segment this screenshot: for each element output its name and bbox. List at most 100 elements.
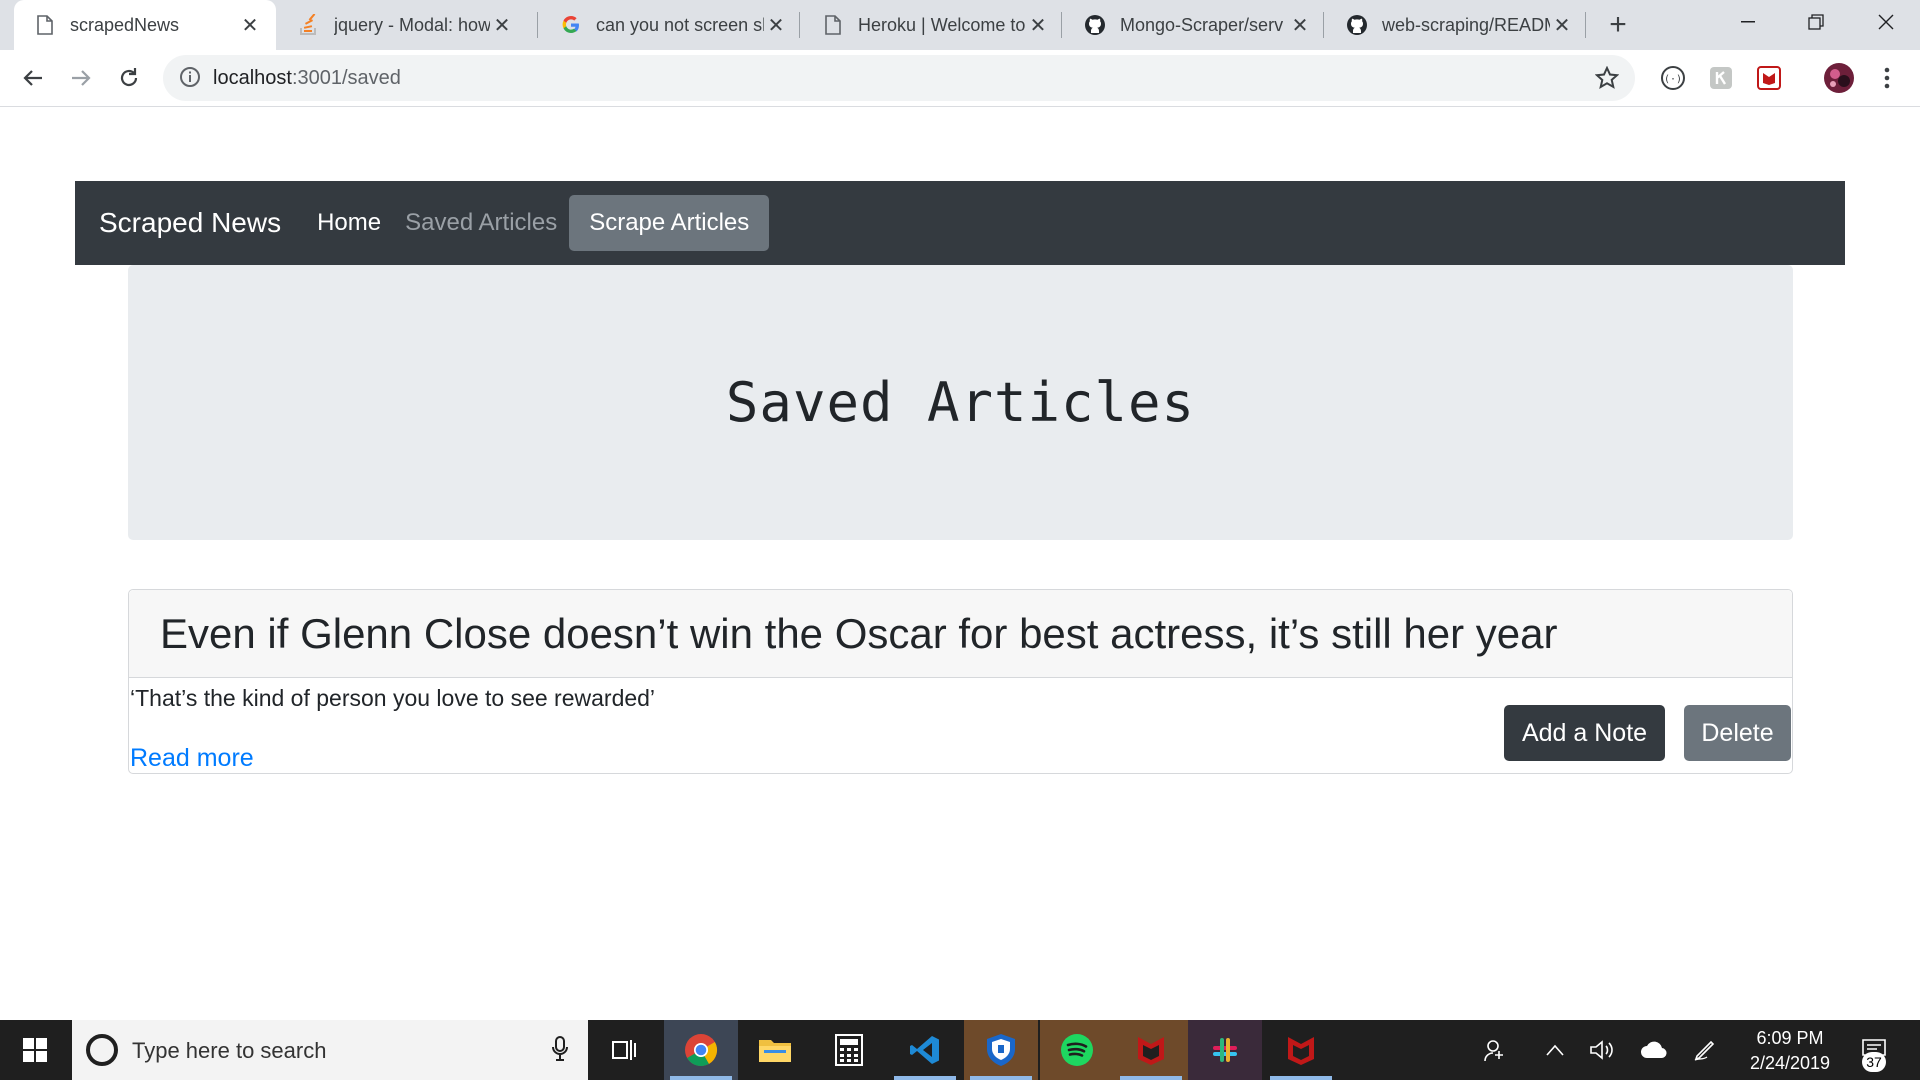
close-icon[interactable]: ✕ bbox=[764, 13, 788, 37]
github-icon bbox=[1346, 14, 1368, 36]
close-icon[interactable]: ✕ bbox=[1026, 13, 1050, 37]
arrow-right-icon bbox=[72, 70, 91, 86]
add-note-button[interactable]: Add a Note bbox=[1504, 705, 1665, 761]
avatar[interactable] bbox=[1823, 62, 1855, 94]
cortana-icon bbox=[86, 1034, 118, 1066]
clock-time: 6:09 PM bbox=[1756, 1028, 1824, 1048]
close-icon[interactable]: ✕ bbox=[1550, 13, 1574, 37]
tab-divider bbox=[1061, 12, 1062, 38]
taskbar: Type here to search 6:09 PM 2/24/2019 37 bbox=[0, 1020, 1920, 1080]
taskbar-mcafee[interactable] bbox=[1114, 1020, 1188, 1080]
jumbotron: Saved Articles bbox=[128, 265, 1793, 540]
site-navbar: Scraped News Home Saved Articles Scrape … bbox=[75, 181, 1845, 265]
taskbar-vscode[interactable] bbox=[888, 1020, 962, 1080]
scrape-articles-button[interactable]: Scrape Articles bbox=[569, 195, 770, 251]
github-icon bbox=[1084, 14, 1106, 36]
pen-icon[interactable] bbox=[1688, 1020, 1722, 1080]
url-path: :3001/saved bbox=[291, 67, 401, 89]
taskbar-spotify[interactable] bbox=[1040, 1020, 1114, 1080]
minimize-button[interactable] bbox=[1717, 0, 1779, 44]
address-bar[interactable]: localhost:3001/saved bbox=[163, 55, 1635, 101]
search-placeholder: Type here to search bbox=[132, 1038, 327, 1063]
tab-scrapednews[interactable]: scrapedNews ✕ bbox=[14, 0, 276, 50]
taskbar-slack[interactable] bbox=[1188, 1020, 1262, 1080]
page-icon bbox=[822, 14, 844, 36]
taskbar-file-explorer[interactable] bbox=[738, 1020, 812, 1080]
mcafee-icon bbox=[1288, 1037, 1314, 1065]
people-icon[interactable] bbox=[1478, 1020, 1512, 1080]
tab-divider bbox=[1585, 12, 1586, 38]
tab-heroku[interactable]: Heroku | Welcome to ✕ bbox=[802, 0, 1064, 50]
mcafee-extension-icon[interactable] bbox=[1755, 64, 1783, 92]
notification-count-badge: 37 bbox=[1862, 1052, 1886, 1072]
tab-title: Mongo-Scraper/serv bbox=[1120, 14, 1284, 35]
calculator-icon bbox=[835, 1034, 863, 1066]
page-icon bbox=[34, 14, 56, 36]
reload-button[interactable] bbox=[114, 63, 144, 93]
slack-icon bbox=[1213, 1038, 1237, 1062]
tab-google-search[interactable]: can you not screen sh ✕ bbox=[540, 0, 802, 50]
clock[interactable]: 6:09 PM 2/24/2019 bbox=[1735, 1026, 1845, 1076]
taskbar-chrome[interactable] bbox=[664, 1020, 738, 1080]
tab-divider bbox=[537, 12, 538, 38]
new-tab-button[interactable]: + bbox=[1603, 8, 1633, 41]
onedrive-cloud-icon[interactable] bbox=[1634, 1020, 1674, 1080]
spotify-icon bbox=[1061, 1034, 1093, 1066]
mcafee-icon bbox=[1138, 1037, 1164, 1065]
microphone-icon[interactable] bbox=[552, 1036, 568, 1067]
extension-grey-icon[interactable] bbox=[1707, 64, 1735, 92]
task-view-icon bbox=[612, 1040, 636, 1060]
windows-icon bbox=[23, 1038, 47, 1062]
url-host: localhost bbox=[213, 67, 292, 89]
article-card-header: Even if Glenn Close doesn’t win the Osca… bbox=[129, 590, 1792, 678]
nav-link-home[interactable]: Home bbox=[317, 209, 381, 237]
volume-icon[interactable] bbox=[1585, 1020, 1619, 1080]
google-icon bbox=[560, 14, 582, 36]
close-window-button[interactable] bbox=[1855, 0, 1917, 44]
page-title: Saved Articles bbox=[725, 371, 1196, 434]
article-card: Even if Glenn Close doesn’t win the Osca… bbox=[128, 589, 1793, 774]
folder-icon bbox=[759, 1040, 791, 1062]
reload-icon bbox=[120, 68, 138, 87]
tab-divider bbox=[799, 12, 800, 38]
tab-divider bbox=[1323, 12, 1324, 38]
start-button[interactable] bbox=[0, 1020, 70, 1080]
clock-date: 2/24/2019 bbox=[1749, 1053, 1831, 1073]
taskbar-mcafee-2[interactable] bbox=[1264, 1020, 1338, 1080]
navbar-brand[interactable]: Scraped News bbox=[99, 207, 281, 239]
article-summary: ‘That’s the kind of person you love to s… bbox=[130, 685, 656, 711]
tab-title: web-scraping/READM bbox=[1382, 14, 1550, 35]
tab-title: Heroku | Welcome to bbox=[858, 14, 1026, 35]
tab-title: jquery - Modal: how bbox=[334, 14, 490, 35]
delete-button[interactable]: Delete bbox=[1684, 705, 1791, 761]
forward-button[interactable] bbox=[66, 63, 96, 93]
close-icon[interactable]: ✕ bbox=[490, 13, 514, 37]
tab-strip: scrapedNews ✕ jquery - Modal: how ✕ can … bbox=[0, 0, 1920, 50]
nav-link-saved-articles[interactable]: Saved Articles bbox=[405, 209, 557, 237]
tab-mongo-scraper[interactable]: Mongo-Scraper/serv ✕ bbox=[1064, 0, 1326, 50]
chrome-icon bbox=[685, 1034, 718, 1067]
restore-button[interactable] bbox=[1785, 0, 1847, 44]
taskbar-calculator[interactable] bbox=[812, 1020, 886, 1080]
chevron-up-icon[interactable] bbox=[1538, 1020, 1572, 1080]
menu-kebab-icon[interactable] bbox=[1873, 64, 1901, 92]
article-headline: Even if Glenn Close doesn’t win the Osca… bbox=[160, 609, 1558, 657]
extension-code-icon[interactable]: (·) bbox=[1659, 64, 1687, 92]
shield-icon bbox=[987, 1034, 1015, 1066]
tab-jquery-modal[interactable]: jquery - Modal: how ✕ bbox=[278, 0, 528, 50]
svg-text:(·): (·) bbox=[1664, 74, 1682, 85]
tab-web-scraping[interactable]: web-scraping/READM ✕ bbox=[1326, 0, 1588, 50]
stackoverflow-icon bbox=[298, 14, 320, 36]
read-more-link[interactable]: Read more bbox=[130, 744, 254, 773]
tab-title: can you not screen sh bbox=[596, 14, 764, 35]
back-button[interactable] bbox=[18, 63, 48, 93]
taskbar-mcafee-vpn[interactable] bbox=[964, 1020, 1038, 1080]
close-icon[interactable]: ✕ bbox=[238, 13, 262, 37]
vscode-icon bbox=[910, 1036, 939, 1064]
close-icon[interactable]: ✕ bbox=[1288, 13, 1312, 37]
info-icon[interactable] bbox=[179, 66, 201, 93]
bookmark-star-icon[interactable] bbox=[1594, 65, 1620, 95]
task-view-button[interactable] bbox=[588, 1020, 662, 1080]
taskbar-search[interactable]: Type here to search bbox=[72, 1020, 588, 1080]
tab-title: scrapedNews bbox=[70, 14, 180, 35]
